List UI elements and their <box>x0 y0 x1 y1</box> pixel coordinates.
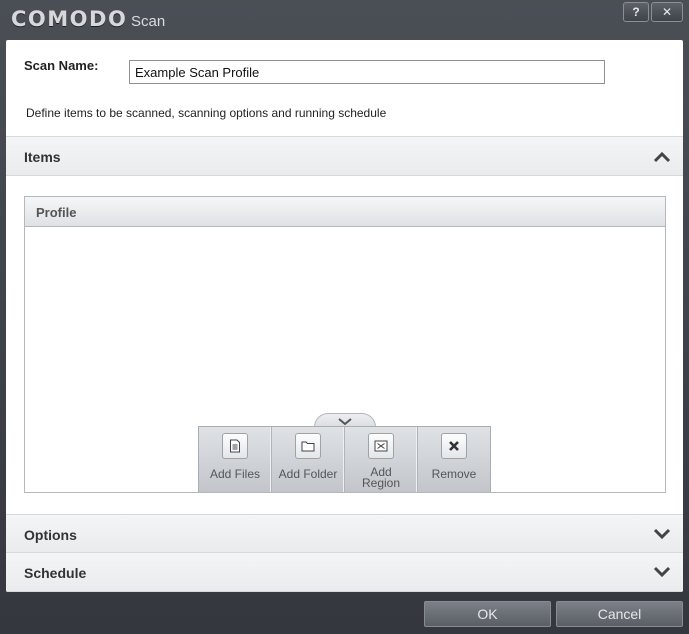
remove-label: Remove <box>431 467 477 481</box>
help-button[interactable]: ? <box>623 2 649 22</box>
file-icon <box>222 433 248 459</box>
dialog-content: Scan Name: Define items to be scanned, s… <box>6 40 683 592</box>
cancel-button[interactable]: Cancel <box>556 601 683 627</box>
scan-dialog: COMODO Scan ? ✕ Scan Name: Define items … <box>0 0 689 634</box>
add-folder-button[interactable]: Add Folder <box>272 427 345 492</box>
chevron-up-icon[interactable] <box>653 151 671 163</box>
add-folder-label: Add Folder <box>278 467 338 481</box>
scan-description: Define items to be scanned, scanning opt… <box>26 106 387 120</box>
add-region-label-line2: Region <box>361 476 401 490</box>
chevron-down-icon[interactable] <box>653 528 671 540</box>
comodo-logo: COMODO <box>11 7 128 31</box>
remove-button[interactable]: Remove <box>418 427 490 492</box>
add-files-label: Add Files <box>209 467 261 481</box>
ok-button[interactable]: OK <box>424 601 551 627</box>
section-schedule-title: Schedule <box>24 565 87 581</box>
section-options[interactable]: Options <box>6 514 683 553</box>
dialog-title: Scan <box>131 13 166 30</box>
window-controls: ? ✕ <box>621 2 683 22</box>
add-region-label: Add Region <box>345 466 417 490</box>
add-region-button[interactable]: Add Region <box>345 427 418 492</box>
add-files-button[interactable]: Add Files <box>199 427 272 492</box>
items-toolbar: Add Files Add Folder Add Region Remove <box>198 426 491 492</box>
close-button[interactable]: ✕ <box>651 2 683 22</box>
title-bar: COMODO Scan ? ✕ <box>0 0 689 40</box>
region-icon <box>368 433 394 459</box>
profile-column-header[interactable]: Profile <box>25 197 665 227</box>
scan-name-input[interactable] <box>129 60 605 84</box>
section-items[interactable]: Items <box>6 136 683 176</box>
remove-icon <box>441 433 467 459</box>
folder-icon <box>295 433 321 459</box>
chevron-down-icon[interactable] <box>653 566 671 578</box>
section-schedule[interactable]: Schedule <box>6 552 683 592</box>
chevron-down-icon <box>338 418 352 426</box>
section-items-title: Items <box>24 149 61 165</box>
scan-name-label: Scan Name: <box>24 58 99 73</box>
section-options-title: Options <box>24 527 77 543</box>
